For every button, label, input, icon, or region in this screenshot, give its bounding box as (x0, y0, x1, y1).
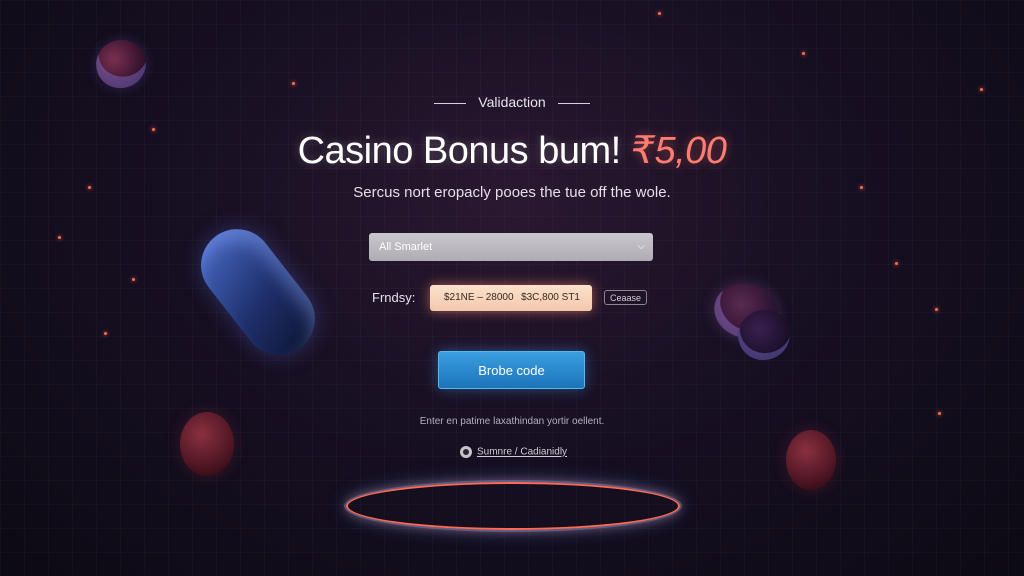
range-from: $21NE – 28000 (444, 292, 514, 303)
spark (104, 332, 107, 335)
spark (895, 262, 898, 265)
page-title: Casino Bonus bum! ₹5,00 (0, 128, 1024, 173)
subtitle: Sercus nort eropacly pooes the tue off t… (353, 184, 671, 201)
range-field[interactable]: $21NE – 28000 $3C,800 ST1 (430, 285, 592, 311)
footer-link[interactable]: Sumnre / Cadianidly (460, 446, 567, 458)
range-to: $3C,800 ST1 (521, 292, 580, 303)
spark (132, 278, 135, 281)
market-select[interactable]: All Smarlet ⌵ (369, 233, 653, 261)
divider (434, 102, 467, 104)
range-label: Frndsy: (372, 290, 416, 305)
bonus-amount: ₹5,00 (630, 130, 727, 172)
radio-icon (460, 446, 472, 458)
spark (292, 82, 295, 85)
spark (58, 236, 61, 239)
divider (557, 102, 590, 104)
title-text: Casino Bonus bum! (297, 130, 622, 172)
chevron-down-icon: ⌵ (637, 241, 645, 252)
spark (658, 12, 661, 15)
helper-text: Enter en patime laxathindan yortir oelle… (419, 416, 605, 427)
spark (935, 308, 938, 311)
overline-text: Validaction (478, 94, 546, 110)
spark (802, 52, 805, 55)
jelly-bean-decoration (786, 430, 836, 490)
spark (938, 412, 941, 415)
overline: Validaction (0, 94, 1024, 110)
glow-ring-decoration (346, 482, 680, 530)
primary-code-button[interactable]: Brobe code (438, 351, 585, 389)
select-value: All Smarlet (379, 241, 433, 253)
footer-link-text: Sumnre / Cadianidly (477, 446, 568, 458)
spark (980, 88, 983, 91)
cease-button[interactable]: Ceaase (604, 290, 647, 305)
